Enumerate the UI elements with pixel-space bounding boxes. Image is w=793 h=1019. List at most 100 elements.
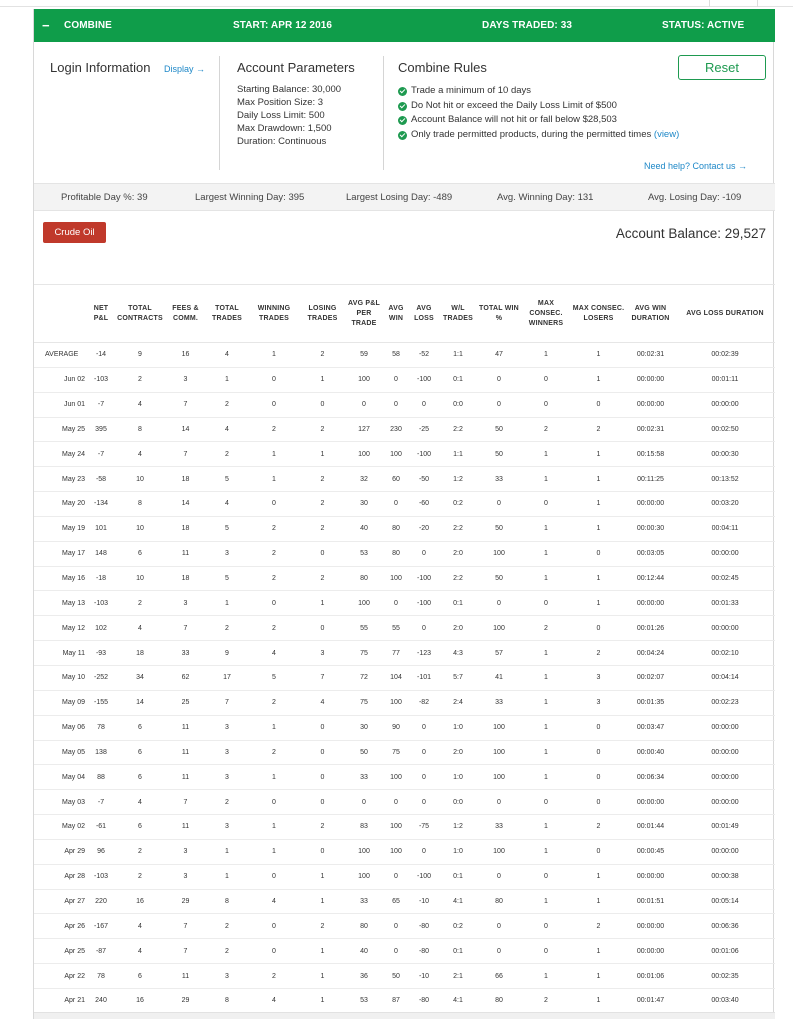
table-cell: 80 <box>345 913 383 940</box>
column-header: TOTAL WIN % <box>477 284 521 343</box>
table-cell: 127 <box>345 417 383 443</box>
table-cell: 0 <box>409 392 439 418</box>
table-cell: -58 <box>87 466 115 493</box>
table-cell: 1 <box>521 516 571 542</box>
table-cell: 80 <box>477 988 521 1014</box>
table-row: Jun 01 -7 4 7 2 0 0 0 0 0 0:0 0 0 0 00:00:00 00:00:00 <box>34 392 775 418</box>
table-cell: 0 <box>345 789 383 816</box>
table-cell: 00:01:06 <box>675 938 775 965</box>
table-cell: 2 <box>248 541 300 567</box>
table-cell: 0 <box>300 392 345 418</box>
table-cell: 77 <box>383 640 409 666</box>
table-cell: 0 <box>300 789 345 816</box>
table-cell: 2 <box>248 417 300 443</box>
table-cell: 0:1 <box>439 864 477 890</box>
row-date: May 11 <box>34 640 87 666</box>
table-cell: 2:0 <box>439 541 477 567</box>
table-cell: 1 <box>571 466 626 493</box>
table-row: May 25 395 8 14 4 2 2 127 230 -25 2:2 50 2 2 00:02:31 0… <box>34 417 775 443</box>
table-cell: 50 <box>477 441 521 468</box>
table-cell: 3 <box>206 715 248 741</box>
stats-bar: Profitable Day %: 39 Largest Winning Day… <box>34 183 775 211</box>
table-cell: 00:06:36 <box>675 913 775 940</box>
table-cell: 2 <box>521 615 571 642</box>
table-cell: 1 <box>248 814 300 840</box>
horizontal-scrollbar[interactable] <box>34 1012 775 1019</box>
table-cell: 1 <box>571 342 626 368</box>
table-cell: 1 <box>300 988 345 1014</box>
table-cell: 00:00:40 <box>626 740 675 766</box>
table-cell: 2 <box>300 466 345 493</box>
table-cell: 00:00:00 <box>675 392 775 418</box>
crude-oil-button[interactable]: Crude Oil <box>43 222 106 243</box>
combine-header[interactable]: − COMBINE START: APR 12 2016 DAYS TRADED… <box>34 9 775 42</box>
table-cell: 1:2 <box>439 466 477 493</box>
average-row: AVERAGE -14 9 16 4 1 2 59 58 -52 1:1 47 1 1 00:02:31 00… <box>34 342 775 368</box>
table-cell: 88 <box>87 764 115 791</box>
table-cell: 00:01:35 <box>626 690 675 716</box>
table-cell: 9 <box>115 342 165 368</box>
table-cell: -80 <box>409 988 439 1014</box>
table-cell: 18 <box>115 640 165 666</box>
table-cell: 4 <box>206 491 248 517</box>
table-cell: 60 <box>383 466 409 493</box>
table-cell: 3 <box>206 541 248 567</box>
table-cell: -101 <box>409 665 439 691</box>
table-row: Apr 26 -167 4 7 2 0 2 80 0 -80 0:2 0 0 2 00:00:00 00:06… <box>34 913 775 940</box>
table-cell: 78 <box>87 963 115 989</box>
display-link[interactable]: Display → <box>164 64 205 74</box>
table-cell: 1:0 <box>439 764 477 791</box>
table-cell: 1:0 <box>439 839 477 865</box>
table-cell: 100 <box>383 839 409 865</box>
strip-divider <box>709 0 710 7</box>
table-cell: 0 <box>383 590 409 617</box>
table-cell: 30 <box>345 715 383 741</box>
table-cell: -52 <box>409 342 439 368</box>
table-cell: 100 <box>345 864 383 890</box>
table-cell: 0 <box>571 789 626 816</box>
table-cell: 40 <box>345 938 383 965</box>
table-cell: 5 <box>206 566 248 592</box>
table-cell: 3 <box>571 665 626 691</box>
table-cell: 00:02:07 <box>626 665 675 691</box>
table-cell: 101 <box>87 516 115 542</box>
row-date: Apr 21 <box>34 988 87 1014</box>
table-cell: 3 <box>206 764 248 791</box>
table-cell: 00:03:20 <box>675 491 775 517</box>
table-cell: 0 <box>248 789 300 816</box>
table-cell: 0 <box>300 615 345 642</box>
table-row: May 13 -103 2 3 1 0 1 100 0 -100 0:1 0 0 1 00:00:00 00:… <box>34 590 775 617</box>
profitable-day-pct: Profitable Day %: 39 <box>61 192 148 203</box>
collapse-icon[interactable]: − <box>42 18 50 33</box>
browser-top-strip <box>0 0 793 7</box>
column-header: AVG WIN <box>383 284 409 343</box>
table-cell: 1 <box>521 541 571 567</box>
table-cell: 11 <box>165 764 206 791</box>
table-cell: 0 <box>521 491 571 517</box>
table-cell: -103 <box>87 864 115 890</box>
table-cell: 100 <box>383 814 409 840</box>
table-cell: 00:02:23 <box>675 690 775 716</box>
table-cell: -103 <box>87 367 115 393</box>
daily-stats-table: NET P&L TOTAL CONTRACTS FEES & COMM. TOTAL … <box>34 284 775 1014</box>
contact-help-link[interactable]: Need help? Contact us → <box>644 161 747 171</box>
table-row: May 05 138 6 11 3 2 0 50 75 0 2:0 100 1 0 00:00:40 00:0… <box>34 740 775 766</box>
table-cell: 0 <box>409 789 439 816</box>
table-cell: -100 <box>409 367 439 393</box>
table-cell: 148 <box>87 541 115 567</box>
table-cell: 25 <box>165 690 206 716</box>
column-header <box>34 284 87 343</box>
row-date: May 13 <box>34 590 87 617</box>
table-row: May 04 88 6 11 3 1 0 33 100 0 1:0 100 1 0 00:06:34 00:0… <box>34 764 775 791</box>
view-products-link[interactable]: (view) <box>654 129 679 140</box>
table-cell: 2 <box>248 963 300 989</box>
table-cell: 1 <box>300 367 345 393</box>
table-cell: 17 <box>206 665 248 691</box>
reset-button[interactable]: Reset <box>678 55 766 80</box>
table-cell: 1 <box>248 441 300 468</box>
table-cell: 7 <box>165 392 206 418</box>
row-date: May 23 <box>34 466 87 493</box>
table-row: Apr 29 96 2 3 1 1 0 100 100 0 1:0 100 1 0 00:00:45 00:0… <box>34 839 775 865</box>
table-cell: 11 <box>165 541 206 567</box>
table-cell: 240 <box>87 988 115 1014</box>
